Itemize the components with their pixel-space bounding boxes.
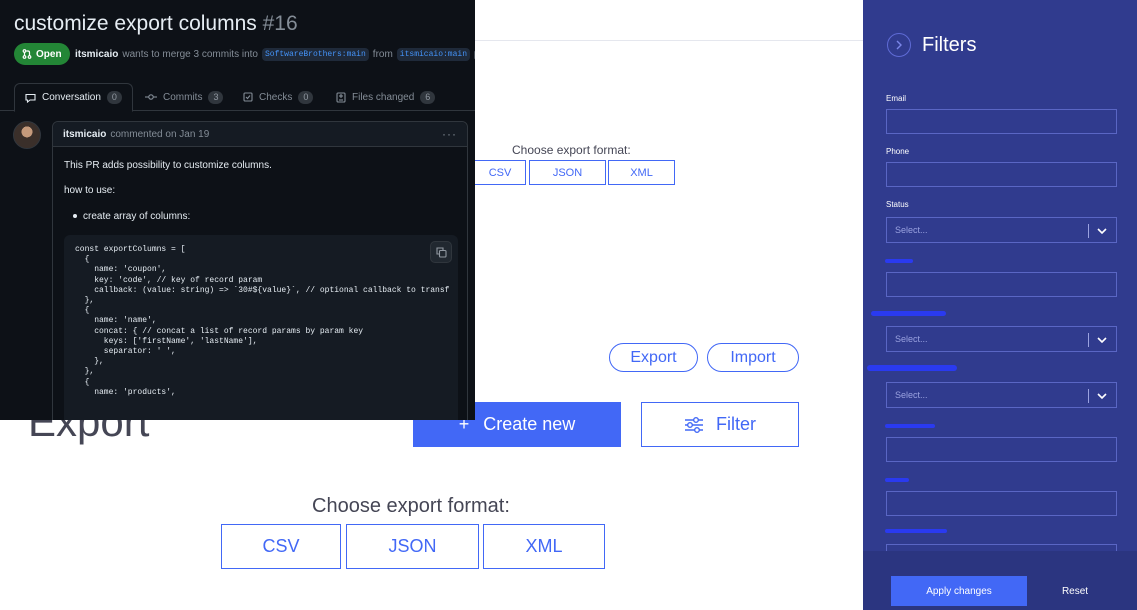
pr-comment: itsmicaio commented on Jan 19 ··· This P…: [52, 121, 468, 420]
pr-tabs: Conversation 0 Commits 3 Checks 0 Files …: [0, 83, 475, 112]
tab-count: 0: [298, 90, 314, 104]
tab-label: Checks: [259, 91, 293, 103]
code-block: const exportColumns = [ { name: 'coupon'…: [64, 235, 458, 420]
tab-conversation[interactable]: Conversation 0: [14, 83, 133, 112]
chevron-down-icon: [1097, 337, 1107, 344]
tab-checks[interactable]: Checks 0: [233, 83, 323, 111]
choose-format-label: Choose export format:: [312, 495, 510, 517]
select-divider: [1088, 224, 1089, 238]
tab-count: 3: [208, 90, 224, 104]
copy-button[interactable]: [430, 241, 452, 263]
comment-header: itsmicaio commented on Jan 19 ···: [53, 122, 467, 147]
screenshot-stage: Choose export format: CSV JSON XML Expor…: [0, 0, 1137, 610]
email-label: Email: [886, 94, 907, 103]
redacted-label: [867, 365, 957, 371]
close-drawer-button[interactable]: [887, 33, 911, 57]
apply-changes-button[interactable]: Apply changes: [891, 576, 1027, 606]
json-button[interactable]: JSON: [346, 524, 479, 569]
json-button-small[interactable]: JSON: [529, 160, 606, 185]
status-badge: Open: [14, 43, 70, 65]
create-new-label: Create new: [483, 414, 576, 434]
chevron-down-icon: [1097, 228, 1107, 235]
commit-icon: [145, 94, 157, 100]
redacted-label: [885, 478, 909, 482]
export-pill-button[interactable]: Export: [609, 343, 698, 372]
select-placeholder: Select...: [895, 225, 928, 235]
redacted-label: [885, 259, 913, 263]
comment-author-link[interactable]: itsmicaio: [63, 129, 106, 140]
pr-title: customize export columns #16: [14, 12, 298, 36]
select-divider: [1088, 389, 1089, 403]
tab-label: Files changed: [352, 91, 415, 103]
avatar[interactable]: [13, 121, 41, 149]
chevron-down-icon: [1097, 393, 1107, 400]
list-item-text: create array of columns:: [83, 211, 191, 222]
email-field[interactable]: [886, 109, 1117, 134]
tab-label: Commits: [163, 91, 203, 103]
copy-branch-icon[interactable]: [474, 50, 475, 60]
status-label: Status: [886, 200, 909, 209]
filter-button[interactable]: Filter: [641, 402, 799, 447]
select-divider: [1088, 333, 1089, 347]
redacted-field-5[interactable]: [886, 491, 1117, 516]
csv-button-small[interactable]: CSV: [475, 160, 526, 185]
copy-icon: [435, 246, 447, 258]
comment-text-line: This PR adds possibility to customize co…: [64, 160, 272, 171]
select-placeholder: Select...: [895, 390, 928, 400]
pr-number: #16: [262, 12, 298, 35]
status-select[interactable]: Select...: [886, 217, 1117, 243]
phone-label: Phone: [886, 147, 910, 156]
tab-label: Conversation: [42, 92, 101, 103]
choose-format-label-small: Choose export format:: [512, 143, 631, 157]
comment-text-line: how to use:: [64, 185, 116, 196]
drawer-title: Filters: [922, 34, 977, 56]
bullet-icon: [73, 213, 77, 218]
comment-icon: [25, 93, 36, 103]
import-pill-button[interactable]: Import: [707, 343, 799, 372]
filters-drawer: Filters Email Phone Status Select... Sel…: [863, 0, 1137, 610]
redacted-label: [885, 529, 947, 533]
file-diff-icon: [336, 91, 346, 103]
pr-author-link[interactable]: itsmicaio: [75, 49, 118, 60]
tab-count: 0: [106, 91, 122, 104]
select-field-3[interactable]: Select...: [886, 382, 1117, 408]
redacted-field-1[interactable]: [886, 272, 1117, 297]
tab-commits[interactable]: Commits 3: [135, 83, 233, 111]
redacted-label: [871, 311, 946, 316]
select-placeholder: Select...: [895, 334, 928, 344]
redacted-field-4[interactable]: [886, 437, 1117, 462]
top-divider: [475, 40, 863, 41]
pr-title-text: customize export columns: [14, 12, 257, 35]
checks-icon: [243, 92, 253, 102]
tab-files-changed[interactable]: Files changed 6: [326, 83, 445, 111]
from-text: from: [372, 49, 393, 60]
status-text: Open: [36, 48, 62, 60]
pr-meta-text: wants to merge 3 commits into: [122, 49, 258, 60]
comment-meta: commented on Jan 19: [110, 128, 210, 140]
git-pull-request-icon: [22, 49, 32, 59]
head-branch-label[interactable]: itsmicaio:main: [396, 48, 471, 61]
list-item: create array of columns:: [73, 211, 190, 222]
drawer-footer: Apply changes Reset: [863, 551, 1137, 610]
sliders-icon: [685, 416, 703, 433]
pr-meta: itsmicaio wants to merge 3 commits into …: [75, 48, 475, 61]
csv-button[interactable]: CSV: [221, 524, 341, 569]
phone-field[interactable]: [886, 162, 1117, 187]
base-branch-label[interactable]: SoftwareBrothers:main: [261, 48, 369, 61]
chevron-right-icon: [896, 40, 902, 50]
filter-label: Filter: [716, 414, 756, 434]
kebab-menu-icon[interactable]: ···: [442, 127, 457, 141]
tab-count: 6: [420, 90, 436, 104]
xml-button-small[interactable]: XML: [608, 160, 675, 185]
github-pr-panel: customize export columns #16 Open itsmic…: [0, 0, 475, 420]
code-content: const exportColumns = [ { name: 'coupon'…: [75, 245, 450, 397]
reset-button[interactable]: Reset: [1053, 576, 1097, 606]
select-field-2[interactable]: Select...: [886, 326, 1117, 352]
xml-button[interactable]: XML: [483, 524, 605, 569]
redacted-label: [885, 424, 935, 428]
